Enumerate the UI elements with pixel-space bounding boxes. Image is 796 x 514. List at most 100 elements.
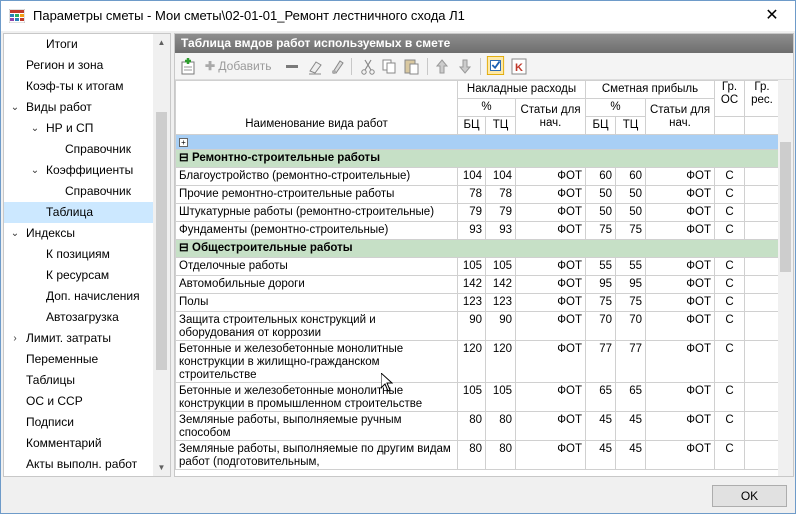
cut-icon[interactable]: [360, 57, 376, 76]
cell-nr-bc[interactable]: 120: [457, 340, 486, 383]
col-header-nr-tc[interactable]: ТЦ: [485, 116, 516, 135]
cell-gr-res[interactable]: [744, 340, 781, 383]
sidebar-item[interactable]: Переменные: [4, 349, 154, 370]
cell-nr-tc[interactable]: 120: [485, 340, 516, 383]
sidebar-item[interactable]: Комментарий: [4, 433, 154, 454]
col-header-overhead-percent[interactable]: %: [457, 98, 516, 117]
expand-all-row[interactable]: +: [175, 134, 781, 150]
sidebar-item[interactable]: › Лимит. затраты: [4, 328, 154, 349]
cell-nr-tc[interactable]: 80: [485, 440, 516, 470]
collapse-icon[interactable]: ⊟: [179, 242, 189, 255]
cell-name[interactable]: Защита строительных конструкций и оборуд…: [175, 311, 458, 341]
cell-nr-art[interactable]: ФОТ: [514, 185, 587, 204]
cell-gr-res[interactable]: [744, 311, 781, 341]
cell-name[interactable]: Отделочные работы: [175, 257, 458, 276]
cell-sp-bc[interactable]: 50: [585, 203, 617, 222]
cell-gr-os[interactable]: С: [714, 185, 746, 204]
col-header-gr-os[interactable]: Гр. ОС: [714, 80, 746, 117]
add-green-icon[interactable]: [180, 57, 196, 76]
col-header-sp-tc[interactable]: ТЦ: [615, 116, 647, 135]
cell-gr-os[interactable]: С: [714, 275, 746, 294]
table-row[interactable]: Бетонные и железобетонные монолитные кон…: [175, 340, 781, 383]
close-button[interactable]: ✕: [749, 1, 795, 31]
table-row[interactable]: Автомобильные дороги 142 142 ФОТ 95 95 ФОТ С: [175, 275, 781, 294]
cell-gr-res[interactable]: [744, 221, 781, 240]
table-row[interactable]: Штукатурные работы (ремонтно-строительны…: [175, 203, 781, 222]
chevron-down-icon[interactable]: ⌄: [9, 223, 21, 244]
cell-nr-art[interactable]: ФОТ: [514, 293, 587, 312]
cell-sp-art[interactable]: ФОТ: [645, 185, 716, 204]
cell-sp-art[interactable]: ФОТ: [645, 382, 716, 412]
cell-sp-tc[interactable]: 77: [615, 340, 647, 383]
sidebar-item[interactable]: ОС и ССР: [4, 391, 154, 412]
cell-nr-art[interactable]: ФОТ: [514, 311, 587, 341]
cell-name[interactable]: Благоустройство (ремонтно-строительные): [175, 167, 458, 186]
sidebar-item[interactable]: К позициям: [4, 244, 154, 265]
cell-nr-bc[interactable]: 93: [457, 221, 486, 240]
chevron-down-icon[interactable]: ⌄: [29, 160, 41, 181]
cell-sp-tc[interactable]: 45: [615, 440, 647, 470]
table-row[interactable]: Прочие ремонтно-строительные работы 78 78 Ф…: [175, 185, 781, 204]
clear-icon[interactable]: [329, 57, 345, 76]
cell-nr-art[interactable]: ФОТ: [514, 167, 587, 186]
table-row[interactable]: Благоустройство (ремонтно-строительные) 1…: [175, 167, 781, 186]
table-scroll-thumb[interactable]: [780, 142, 791, 272]
cell-sp-bc[interactable]: 75: [585, 293, 617, 312]
cell-sp-art[interactable]: ФОТ: [645, 411, 716, 441]
cell-gr-res[interactable]: [744, 293, 781, 312]
table-scrollbar[interactable]: [778, 80, 793, 476]
cell-gr-os[interactable]: С: [714, 293, 746, 312]
table-row[interactable]: Фундаменты (ремонтно-строительные) 93 93 ФО…: [175, 221, 781, 240]
cell-name[interactable]: Бетонные и железобетонные монолитные кон…: [175, 382, 458, 412]
table-row[interactable]: Полы 123 123 ФОТ 75 75 ФОТ С: [175, 293, 781, 312]
cell-sp-bc[interactable]: 65: [585, 382, 617, 412]
add-button[interactable]: ✚ Добавить: [205, 57, 285, 76]
cell-gr-res[interactable]: [744, 167, 781, 186]
cell-gr-res[interactable]: [744, 257, 781, 276]
cell-nr-tc[interactable]: 79: [485, 203, 516, 222]
cell-name[interactable]: Фундаменты (ремонтно-строительные): [175, 221, 458, 240]
cell-sp-bc[interactable]: 45: [585, 440, 617, 470]
sidebar-item[interactable]: Регион и зона: [4, 55, 154, 76]
cell-sp-tc[interactable]: 55: [615, 257, 647, 276]
cell-sp-bc[interactable]: 75: [585, 221, 617, 240]
cell-nr-art[interactable]: ФОТ: [514, 440, 587, 470]
eraser-icon[interactable]: [307, 57, 323, 76]
cell-sp-art[interactable]: ФОТ: [645, 203, 716, 222]
move-up-icon[interactable]: [435, 57, 449, 76]
cell-sp-tc[interactable]: 75: [615, 293, 647, 312]
cell-sp-art[interactable]: ФОТ: [645, 275, 716, 294]
cell-nr-tc[interactable]: 80: [485, 411, 516, 441]
cell-nr-bc[interactable]: 123: [457, 293, 486, 312]
cell-sp-tc[interactable]: 60: [615, 167, 647, 186]
cell-sp-art[interactable]: ФОТ: [645, 257, 716, 276]
move-down-icon[interactable]: [458, 57, 472, 76]
cell-gr-os[interactable]: С: [714, 257, 746, 276]
collapse-icon[interactable]: ⊟: [179, 152, 189, 165]
cell-nr-bc[interactable]: 80: [457, 411, 486, 441]
expand-icon[interactable]: +: [179, 138, 188, 147]
cell-nr-art[interactable]: ФОТ: [514, 257, 587, 276]
cell-nr-tc[interactable]: 142: [485, 275, 516, 294]
sidebar-item[interactable]: Коэф-ты к итогам: [4, 76, 154, 97]
cell-nr-art[interactable]: ФОТ: [514, 411, 587, 441]
cell-sp-tc[interactable]: 50: [615, 185, 647, 204]
ok-button[interactable]: OK: [712, 485, 787, 507]
cell-nr-bc[interactable]: 142: [457, 275, 486, 294]
sidebar-item[interactable]: Подписи: [4, 412, 154, 433]
cell-sp-bc[interactable]: 77: [585, 340, 617, 383]
table-row[interactable]: Земляные работы, выполняемые по другим в…: [175, 440, 781, 470]
cell-nr-tc[interactable]: 90: [485, 311, 516, 341]
cell-name[interactable]: Бетонные и железобетонные монолитные кон…: [175, 340, 458, 383]
cell-gr-os[interactable]: С: [714, 311, 746, 341]
check-toggle-icon[interactable]: [486, 56, 505, 75]
cell-gr-os[interactable]: С: [714, 411, 746, 441]
col-header-overhead[interactable]: Накладные расходы: [456, 80, 587, 99]
sidebar-item[interactable]: К ресурсам: [4, 265, 154, 286]
cell-name[interactable]: Прочие ремонтно-строительные работы: [175, 185, 458, 204]
cell-sp-bc[interactable]: 55: [585, 257, 617, 276]
cell-name[interactable]: Штукатурные работы (ремонтно-строительны…: [175, 203, 458, 222]
sidebar-item[interactable]: Справочник: [4, 139, 154, 160]
cell-nr-art[interactable]: ФОТ: [514, 340, 587, 383]
cell-gr-os[interactable]: С: [714, 167, 746, 186]
